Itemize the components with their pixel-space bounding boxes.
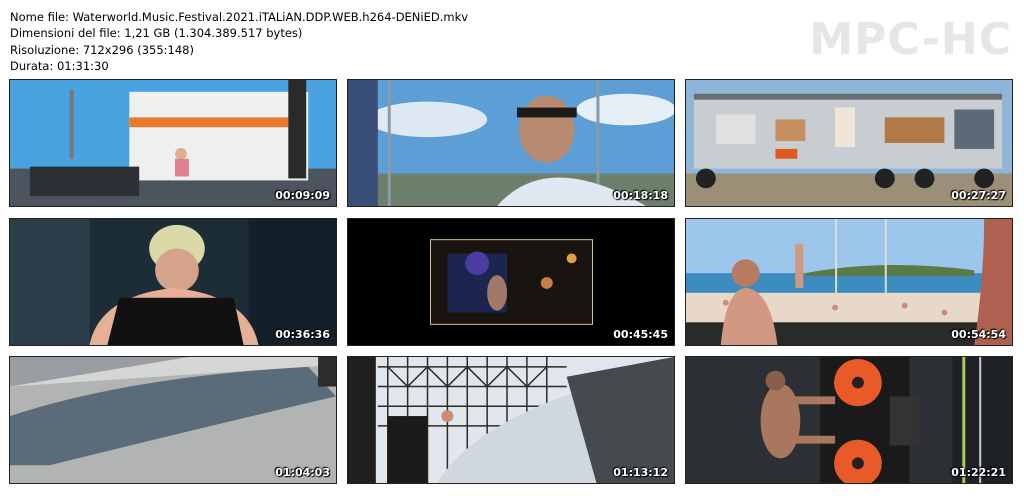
thumbnail-7[interactable]: 01:04:03 xyxy=(9,356,337,484)
thumbnail-image-blond-man xyxy=(10,219,336,345)
timestamp: 00:54:54 xyxy=(951,328,1006,341)
thumbnail-2[interactable]: 00:18:18 xyxy=(347,79,675,207)
thumbnail-image-truck xyxy=(686,80,1012,206)
timestamp: 00:09:09 xyxy=(275,189,330,202)
thumbnail-image-dark-club xyxy=(348,219,674,345)
file-name: Nome file: Waterworld.Music.Festival.202… xyxy=(10,10,469,24)
file-size: Dimensioni del file: 1,21 GB (1.304.389.… xyxy=(10,26,303,41)
timestamp: 00:45:45 xyxy=(613,328,668,341)
thumbnail-image-stage-truss xyxy=(348,357,674,483)
thumbnail-3[interactable]: 00:27:27 xyxy=(685,79,1013,207)
thumbnail-9[interactable]: 01:22:21 xyxy=(685,356,1013,484)
thumbnail-image-ship xyxy=(10,80,336,206)
thumbnail-image-man-sunglasses xyxy=(348,80,674,206)
thumbnail-8[interactable]: 01:13:12 xyxy=(347,356,675,484)
thumbnail-image-pavement-shadow xyxy=(10,357,336,483)
timestamp: 00:27:27 xyxy=(951,189,1006,202)
timestamp: 00:18:18 xyxy=(613,189,668,202)
thumbnail-image-boat-party xyxy=(686,219,1012,345)
thumbnail-5[interactable]: 00:45:45 xyxy=(347,218,675,346)
resolution: Risoluzione: 712x296 (355:148) xyxy=(10,42,194,57)
timestamp: 00:36:36 xyxy=(275,328,330,341)
duration: Durata: 01:31:30 xyxy=(10,58,109,73)
mpc-hc-logo: MPC-HC xyxy=(809,14,1012,65)
timestamp: 01:22:21 xyxy=(951,466,1006,479)
timestamp: 01:04:03 xyxy=(275,466,330,479)
thumbnail-6[interactable]: 00:54:54 xyxy=(685,218,1013,346)
timestamp: 01:13:12 xyxy=(613,466,668,479)
thumbnail-image-dj-decks xyxy=(686,357,1012,483)
thumbnail-4[interactable]: 00:36:36 xyxy=(9,218,337,346)
thumbnail-1[interactable]: 00:09:09 xyxy=(9,79,337,207)
file-info: Nome file: Waterworld.Music.Festival.202… xyxy=(10,9,468,74)
